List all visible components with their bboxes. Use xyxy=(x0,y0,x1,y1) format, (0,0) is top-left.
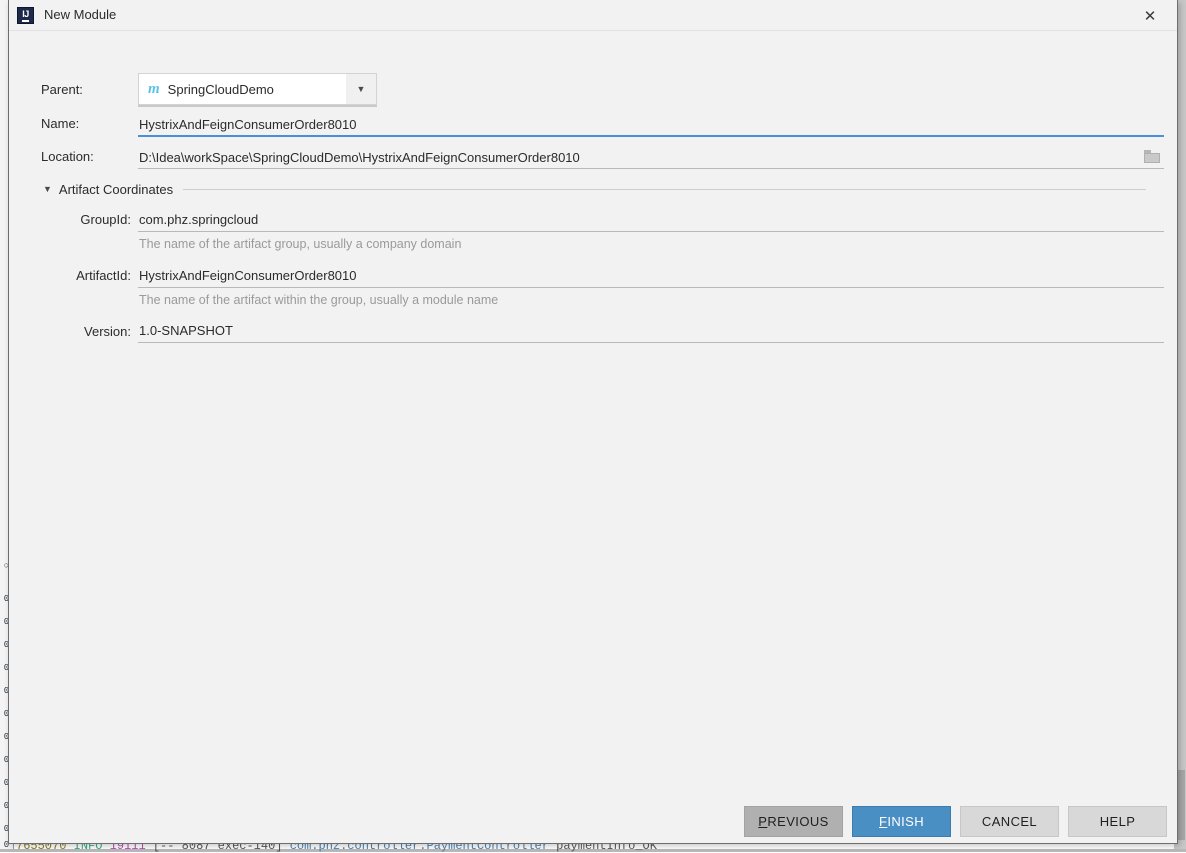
artifactid-hint: The name of the artifact within the grou… xyxy=(139,293,499,307)
maven-module-icon: m xyxy=(148,80,160,97)
version-label: Version: xyxy=(84,324,131,339)
location-input[interactable]: D:\Idea\workSpace\SpringCloudDemo\Hystri… xyxy=(139,150,1134,165)
artifactid-label: ArtifactId: xyxy=(76,268,131,283)
groupid-label: GroupId: xyxy=(80,212,131,227)
finish-button-mnemonic: F xyxy=(878,814,888,829)
artifact-coordinates-section-header[interactable]: ▼ Artifact Coordinates xyxy=(43,180,1161,198)
location-label: Location: xyxy=(41,149,94,164)
intellij-idea-icon: IJ xyxy=(17,7,34,24)
finish-button-label: INISH xyxy=(887,814,924,829)
dialog-button-bar: P REVIOUS F INISH CANCEL HELP xyxy=(9,806,1179,838)
chevron-down-icon[interactable]: ▼ xyxy=(43,184,52,194)
artifact-coordinates-title: Artifact Coordinates xyxy=(58,181,174,197)
artifactid-input[interactable]: HystrixAndFeignConsumerOrder8010 xyxy=(139,268,1159,283)
cancel-button[interactable]: CANCEL xyxy=(960,806,1059,837)
version-field-underline xyxy=(138,342,1164,343)
version-input[interactable]: 1.0-SNAPSHOT xyxy=(139,323,1159,338)
location-field-underline xyxy=(138,168,1164,169)
dialog-titlebar[interactable]: IJ New Module ✕ xyxy=(9,0,1177,31)
parent-combobox[interactable]: m SpringCloudDemo ▼ xyxy=(138,73,377,105)
finish-button[interactable]: F INISH xyxy=(852,806,951,837)
name-input[interactable]: HystrixAndFeignConsumerOrder8010 xyxy=(139,117,1159,132)
previous-button[interactable]: P REVIOUS xyxy=(744,806,843,837)
previous-button-label: REVIOUS xyxy=(767,814,829,829)
parent-selected-value: SpringCloudDemo xyxy=(167,81,274,97)
chevron-down-icon[interactable]: ▼ xyxy=(346,74,376,104)
groupid-input[interactable]: com.phz.springcloud xyxy=(139,212,1159,227)
previous-button-mnemonic: P xyxy=(758,814,768,829)
name-label: Name: xyxy=(41,116,80,131)
help-button[interactable]: HELP xyxy=(1068,806,1167,837)
close-icon[interactable]: ✕ xyxy=(1139,5,1161,27)
artifactid-field-underline xyxy=(138,287,1164,288)
name-field-underline xyxy=(138,135,1164,137)
new-module-dialog: IJ New Module ✕ Parent: m SpringCloudDem… xyxy=(8,0,1178,844)
groupid-hint: The name of the artifact group, usually … xyxy=(139,237,462,251)
parent-field-underline xyxy=(138,105,377,107)
groupid-field-underline xyxy=(138,231,1164,232)
folder-icon[interactable] xyxy=(1144,150,1161,164)
parent-label: Parent: xyxy=(41,82,83,97)
section-divider xyxy=(183,188,1146,190)
dialog-title: New Module xyxy=(44,7,117,22)
